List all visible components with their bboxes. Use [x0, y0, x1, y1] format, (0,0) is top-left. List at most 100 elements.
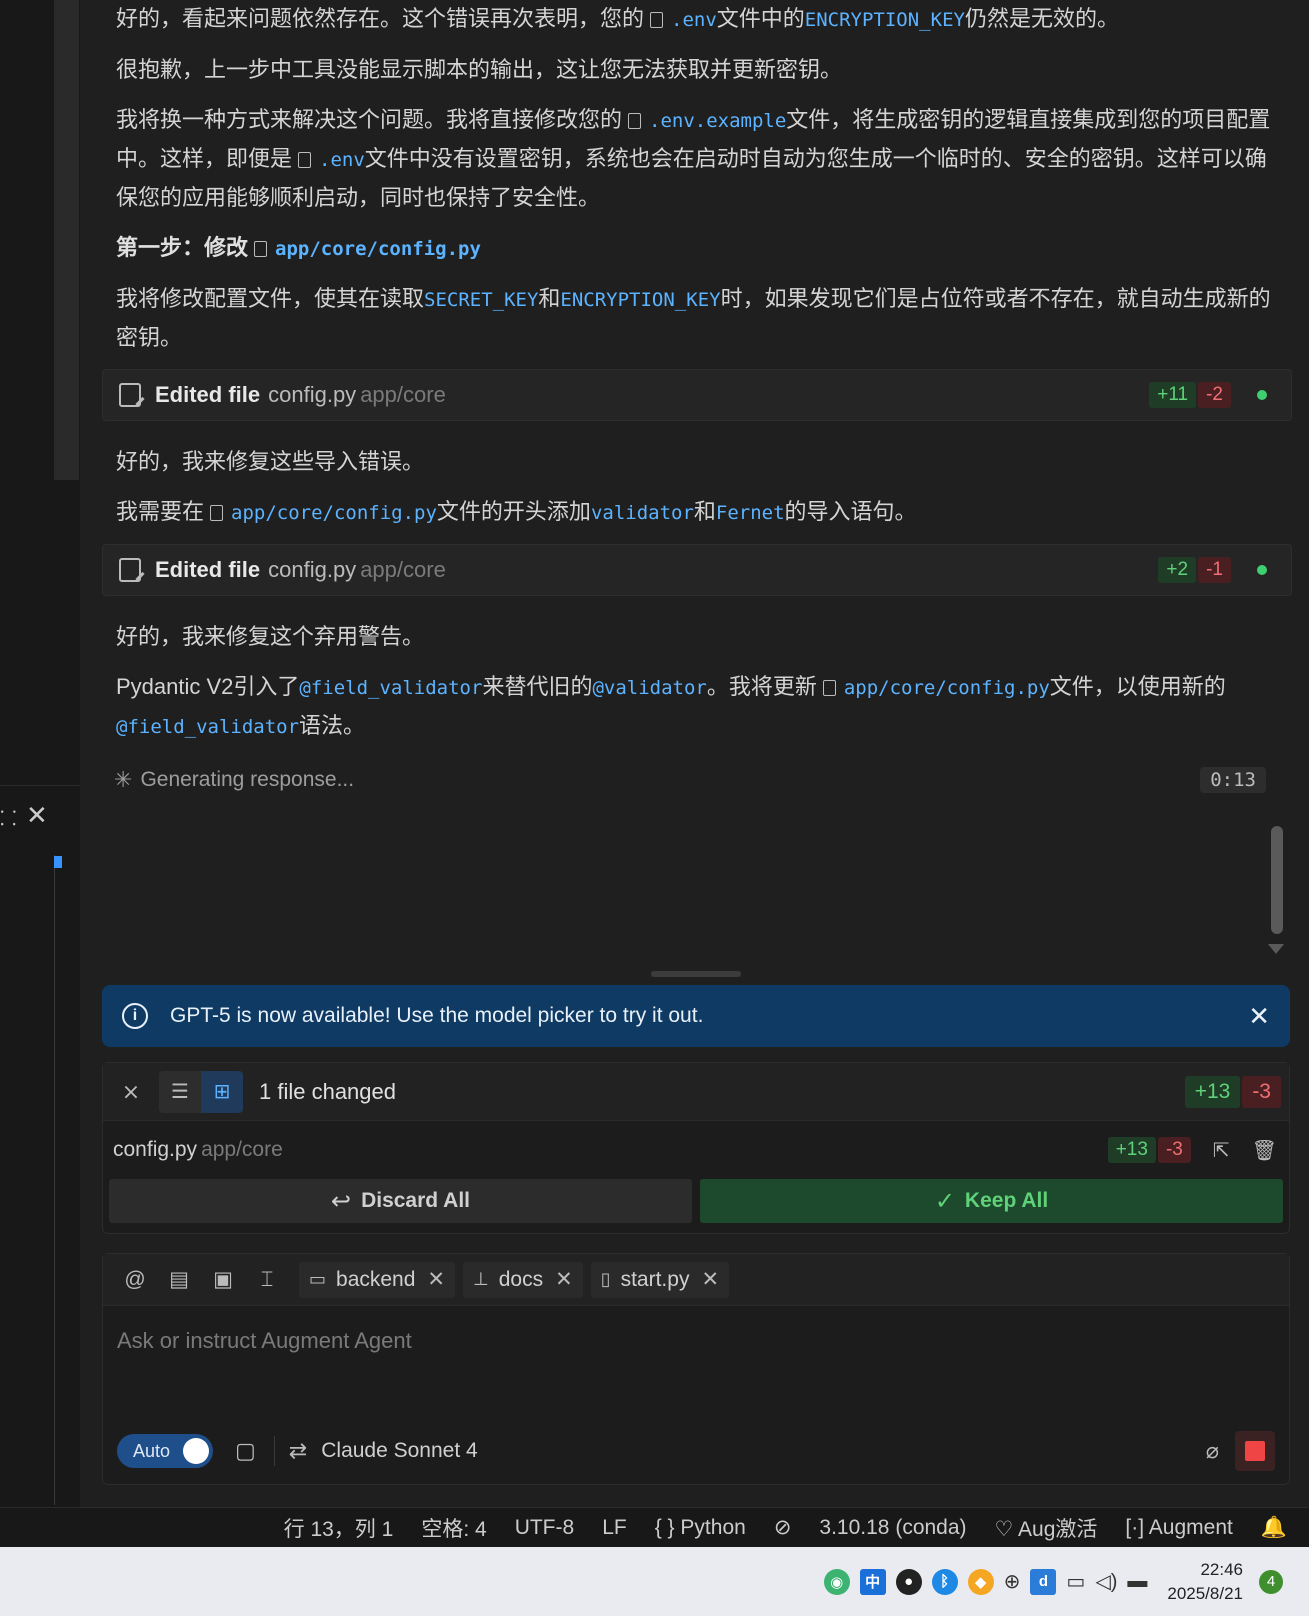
ime-tray-icon[interactable]: 中	[859, 1568, 886, 1595]
model-switch-icon[interactable]: ⇄	[289, 1438, 307, 1464]
system-clock[interactable]: 22:46 2025/8/21	[1167, 1558, 1243, 1606]
notifications-bell-icon[interactable]: 🔔	[1261, 1516, 1287, 1540]
close-panel-icon[interactable]: ✕	[26, 800, 48, 831]
divider	[273, 1436, 275, 1466]
augment-status[interactable]: [·] Augment	[1125, 1516, 1232, 1540]
encoding[interactable]: UTF-8	[515, 1516, 575, 1540]
cursor-position[interactable]: 行 13，列 1	[284, 1513, 394, 1543]
message-paragraph: 好的，看起来问题依然存在。这个错误再次表明，您的 .env文件中的ENCRYPTI…	[116, 6, 1119, 31]
firewall-tray-icon[interactable]: ◆	[967, 1568, 994, 1595]
trash-icon[interactable]: 🗑	[1252, 1138, 1277, 1163]
baidu-tray-icon[interactable]: d	[1030, 1568, 1057, 1595]
file-link[interactable]: app/core/config.py	[275, 238, 481, 260]
keep-all-button[interactable]: ✓ Keep All	[700, 1179, 1283, 1223]
remove-chip-icon[interactable]: ✕	[701, 1267, 719, 1292]
edited-file-card[interactable]: Edited file config.py app/core +11 -2	[102, 369, 1292, 421]
status-dot	[1257, 565, 1267, 575]
undo-arrow-icon: ↩	[330, 1187, 352, 1215]
volume-icon[interactable]: ◁)	[1095, 1569, 1117, 1594]
text-cursor-icon[interactable]: ⌶	[247, 1268, 287, 1292]
close-banner-icon[interactable]: ✕	[1248, 1001, 1270, 1032]
inline-code: Fernet	[715, 502, 785, 524]
view-toggle: ☰ ⊞	[159, 1070, 243, 1113]
pane-divider-vertical	[54, 855, 55, 1505]
file-changes-panel: ⨯ ☰ ⊞ 1 file changed +13 -3 config.py ap…	[102, 1062, 1290, 1234]
file-link[interactable]: .env	[319, 149, 365, 171]
stop-icon	[1245, 1441, 1265, 1461]
copilot-off-icon[interactable]: ⊘	[774, 1515, 792, 1540]
editor-scrollbar[interactable]	[54, 0, 79, 480]
mention-icon[interactable]: @	[115, 1268, 155, 1292]
chat-mode-icon[interactable]: ▢	[235, 1438, 256, 1464]
discard-all-button[interactable]: ↩ Discard All	[109, 1179, 692, 1223]
notification-count-badge[interactable]: 4	[1259, 1569, 1283, 1594]
wechat-tray-icon[interactable]: ◉	[823, 1568, 850, 1595]
language-bar-icon[interactable]: ⊕	[1004, 1569, 1021, 1594]
inline-code: @validator	[592, 677, 707, 699]
total-additions-badge: +13	[1184, 1075, 1241, 1108]
file-additions-badge: +13	[1107, 1137, 1156, 1163]
qq-tray-icon[interactable]: ●	[895, 1568, 922, 1595]
folder-icon: ▭	[309, 1269, 327, 1289]
message-paragraph: Pydantic V2引入了@field_validator来替代旧的@vali…	[116, 674, 1226, 738]
file-icon	[628, 113, 642, 129]
file-icon	[298, 152, 312, 168]
deletions-badge: -2	[1198, 382, 1231, 408]
toggle-knob	[183, 1438, 209, 1464]
context-chip-start-py[interactable]: ▯ start.py ✕	[590, 1261, 730, 1298]
context-chip-backend[interactable]: ▭ backend ✕	[299, 1261, 456, 1298]
file-icon	[650, 12, 664, 28]
changes-title: 1 file changed	[259, 1078, 396, 1104]
chat-scrollbar-thumb[interactable]	[1271, 826, 1283, 934]
status-dot	[1257, 390, 1267, 400]
stop-button[interactable]	[1235, 1431, 1275, 1471]
battery-icon[interactable]: ▬	[1127, 1570, 1147, 1593]
changed-file-row[interactable]: config.py app/core +13 -3 ⇱ 🗑	[103, 1121, 1289, 1179]
split-edge-icon[interactable]: ⸬	[0, 804, 17, 831]
heart-icon: ♡	[994, 1517, 1014, 1541]
message-paragraph: 好的，我来修复这个弃用警告。	[116, 624, 425, 649]
file-icon	[254, 241, 268, 257]
edited-file-card[interactable]: Edited file config.py app/core +2 -1	[102, 544, 1292, 596]
image-icon[interactable]: ▣	[203, 1267, 243, 1292]
indentation[interactable]: 空格: 4	[421, 1513, 486, 1543]
message-paragraph: 我将换一种方式来解决这个问题。我将直接修改您的 .env.example文件，将生…	[116, 107, 1271, 210]
collapse-icon[interactable]: ⨯	[121, 1079, 141, 1105]
resize-handle[interactable]	[651, 971, 741, 977]
additions-badge: +11	[1149, 382, 1197, 408]
line-ending[interactable]: LF	[602, 1516, 627, 1540]
file-link[interactable]: app/core/config.py	[231, 502, 437, 524]
message-paragraph: 很抱歉，上一步中工具没能显示脚本的输出，这让您无法获取并更新密钥。	[116, 57, 843, 82]
elapsed-timer: 0:13	[1200, 767, 1266, 793]
network-icon[interactable]: ▭	[1066, 1569, 1085, 1594]
check-all-icon: ✓	[934, 1187, 955, 1215]
scroll-down-arrow-icon[interactable]	[1268, 944, 1284, 954]
context-chip-docs[interactable]: ⊥ docs ✕	[463, 1261, 583, 1298]
model-picker[interactable]: Claude Sonnet 4	[321, 1439, 477, 1463]
file-link[interactable]: .env	[671, 9, 717, 31]
list-view-icon[interactable]: ☰	[159, 1071, 201, 1113]
inline-code: @field_validator	[299, 677, 483, 699]
step-heading: 第一步：修改 app/core/config.py	[116, 235, 481, 260]
open-file-icon[interactable]: ⇱	[1213, 1138, 1230, 1163]
remove-chip-icon[interactable]: ✕	[555, 1267, 573, 1292]
auto-toggle[interactable]: Auto	[117, 1434, 213, 1468]
archive-icon[interactable]: ▤	[159, 1267, 199, 1292]
file-link[interactable]: app/core/config.py	[844, 677, 1050, 699]
aug-activation[interactable]: ♡ Aug激活	[995, 1513, 1098, 1543]
edit-file-icon	[119, 558, 141, 582]
prompt-input[interactable]: Ask or instruct Augment Agent	[103, 1306, 1289, 1420]
language-mode[interactable]: { } Python	[655, 1516, 746, 1540]
file-link[interactable]: .env.example	[649, 110, 786, 132]
python-interpreter[interactable]: 3.10.18 (conda)	[819, 1516, 966, 1540]
active-marker	[54, 856, 62, 868]
attach-icon[interactable]: ⌀	[1206, 1438, 1219, 1464]
pin-icon: ⊥	[473, 1269, 489, 1289]
agent-input-panel: @ ▤ ▣ ⌶ ▭ backend ✕ ⊥ docs ✕ ▯ start.py …	[102, 1253, 1290, 1485]
additions-badge: +2	[1158, 557, 1197, 583]
diff-view-icon[interactable]: ⊞	[201, 1070, 243, 1113]
input-footer: Auto ▢ ⇄ Claude Sonnet 4 ⌀	[103, 1420, 1289, 1482]
info-icon: i	[122, 1003, 148, 1029]
remove-chip-icon[interactable]: ✕	[427, 1267, 445, 1292]
bluetooth-icon[interactable]: ᛒ	[931, 1568, 958, 1595]
